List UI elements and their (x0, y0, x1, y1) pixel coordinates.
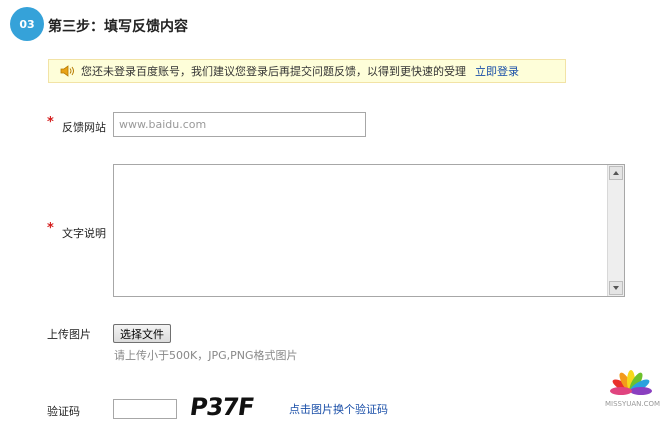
step-title: 第三步：填写反馈内容 (48, 19, 188, 35)
scroll-up-button[interactable] (609, 166, 623, 180)
description-label: 文字说明 (62, 227, 106, 240)
upload-hint: 请上传小于500K，JPG,PNG格式图片 (114, 349, 298, 362)
arrow-up-icon (613, 171, 619, 175)
login-notice: 您还未登录百度账号，我们建议您登录后再提交问题反馈，以得到更快速的受理 立即登录 (48, 59, 566, 83)
arrow-down-icon (613, 286, 619, 290)
captcha-image[interactable]: P37F (188, 393, 268, 421)
website-label: 反馈网站 (62, 121, 106, 134)
speaker-icon (60, 65, 74, 77)
captcha-input[interactable] (113, 399, 177, 419)
website-input[interactable] (113, 112, 366, 137)
notice-text: 您还未登录百度账号，我们建议您登录后再提交问题反馈，以得到更快速的受理 (81, 65, 466, 78)
refresh-captcha-link[interactable]: 点击图片换个验证码 (289, 401, 388, 417)
captcha-text: P37F (188, 393, 256, 421)
scroll-down-button[interactable] (609, 281, 623, 295)
description-scrollbar[interactable] (607, 165, 624, 296)
required-mark: * (47, 115, 54, 130)
upload-label: 上传图片 (47, 328, 91, 341)
description-textarea[interactable] (113, 164, 625, 297)
captcha-label: 验证码 (47, 405, 80, 418)
login-now-link[interactable]: 立即登录 (475, 63, 519, 79)
watermark-text: MISSYUAN.COM (605, 400, 661, 408)
required-mark: * (47, 221, 54, 236)
choose-file-button[interactable]: 选择文件 (113, 324, 171, 343)
step-number-badge: 03 (10, 7, 44, 41)
